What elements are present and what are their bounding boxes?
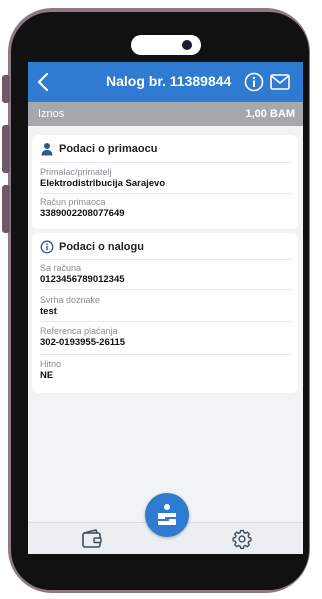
mail-button[interactable] [269, 72, 291, 92]
mail-icon [270, 74, 290, 90]
field-urgent: Hitno NE [40, 359, 290, 381]
divider [40, 354, 292, 355]
divider [40, 193, 292, 194]
app-header: Nalog br. 11389844 [28, 62, 303, 102]
field-from-account: Sa računa 0123456789012345 [40, 263, 290, 285]
amount-bar: Iznos 1,00 BAM [28, 102, 303, 126]
phone-side-button [2, 125, 10, 173]
info-icon [244, 72, 264, 92]
field-label: Referenca plaćanja [40, 326, 118, 336]
gear-icon [232, 529, 252, 549]
field-value: Elektrodistribucija Sarajevo [40, 178, 166, 189]
order-section-title: Podaci o nalogu [59, 241, 144, 253]
amount-label: Iznos [38, 108, 65, 120]
bank-logo-icon [158, 504, 176, 525]
info-button[interactable] [243, 71, 265, 93]
field-value: test [40, 306, 57, 317]
field-payment-reference: Referenca plaćanja 302-0193955-26115 [40, 326, 290, 348]
person-icon [41, 143, 53, 156]
phone-side-button [2, 75, 10, 103]
chevron-left-icon [37, 72, 49, 92]
divider [40, 162, 292, 163]
field-recipient-account: Račun primaoca 3389002208077649 [40, 197, 290, 219]
info-icon [40, 240, 54, 254]
field-label: Svrha doznake [40, 295, 101, 305]
app-screen: Nalog br. 11389844 Iznos 1,00 BAM Podaci… [28, 62, 303, 554]
back-button[interactable] [34, 68, 56, 96]
field-label: Račun primaoca [40, 197, 106, 207]
camera-icon [182, 40, 192, 50]
field-recipient-name: Primalac/primatelj Elektrodistribucija S… [40, 167, 290, 189]
divider [40, 289, 292, 290]
recipient-card: Podaci o primaocu Primalac/primatelj Ele… [32, 135, 298, 229]
field-label: Hitno [40, 359, 62, 369]
field-value: NE [40, 370, 54, 381]
divider [40, 321, 292, 322]
page-title: Nalog br. 11389844 [106, 73, 232, 89]
wallet-icon [82, 529, 102, 548]
tab-wallet[interactable] [80, 528, 104, 550]
field-value: 302-0193955-26115 [40, 337, 126, 348]
order-card: Podaci o nalogu Sa računa 01234567890123… [32, 233, 298, 393]
recipient-section-title: Podaci o primaocu [59, 143, 158, 155]
field-label: Primalac/primatelj [40, 167, 112, 177]
divider [40, 259, 292, 260]
field-label: Sa računa [40, 263, 82, 273]
field-value: 0123456789012345 [40, 274, 125, 285]
amount-value: 1,00 BAM [245, 108, 295, 120]
tab-settings[interactable] [231, 528, 253, 550]
phone-side-button [2, 185, 10, 233]
home-bank-button[interactable] [145, 493, 189, 537]
field-value: 3389002208077649 [40, 208, 125, 219]
field-purpose: Svrha doznake test [40, 295, 290, 317]
